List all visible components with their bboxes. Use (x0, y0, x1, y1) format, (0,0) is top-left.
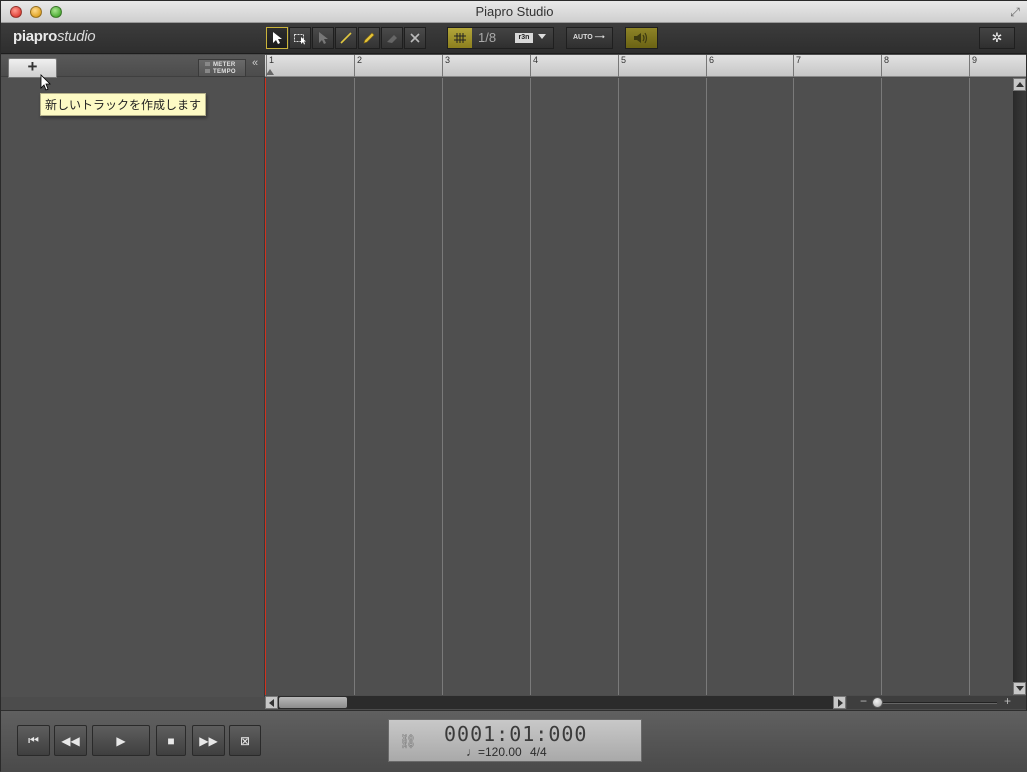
line-tool-button[interactable] (335, 27, 357, 49)
measure-number: 3 (442, 55, 450, 77)
measure-gridline (881, 78, 882, 695)
measure-number: 2 (354, 55, 362, 77)
fast-forward-icon: ▶▶ (199, 733, 218, 748)
collapse-panel-button[interactable]: « (252, 57, 258, 69)
tempo-row: TEMPO (205, 69, 236, 75)
horizontal-scroll-thumb[interactable] (279, 697, 347, 708)
title-bar: Piapro Studio ⤢ (1, 1, 1027, 23)
meter-row: METER (205, 62, 236, 68)
link-icon[interactable]: ⛓ (399, 733, 417, 750)
play-button[interactable]: ▶ (92, 725, 150, 756)
measure-number: 7 (793, 55, 801, 77)
go-to-start-icon: ⏮ (28, 733, 39, 747)
rewind-button[interactable]: ◀◀ (54, 725, 87, 756)
measure-number: 5 (618, 55, 626, 77)
zoom-slider-track[interactable] (873, 702, 997, 704)
arrow-left-icon (269, 699, 274, 707)
zoom-in-icon[interactable]: + (1004, 694, 1011, 708)
speaker-button[interactable] (625, 27, 658, 49)
quantize-selector[interactable]: 1/8 r3n (447, 27, 554, 49)
arrow-right-icon (838, 699, 843, 707)
speaker-icon (633, 32, 647, 44)
line-icon (340, 32, 352, 44)
scroll-up-button[interactable] (1013, 78, 1026, 91)
measure-gridline (618, 78, 619, 695)
playhead-marker-icon[interactable] (266, 69, 274, 75)
add-track-tooltip: 新しいトラックを作成します (40, 93, 207, 116)
measure-number: 9 (969, 55, 977, 77)
measure-gridline (793, 78, 794, 695)
snap-grid-button[interactable] (448, 28, 472, 48)
zoom-out-icon[interactable]: − (860, 694, 867, 708)
tempo-label: TEMPO (213, 69, 236, 75)
position-readout: 0001:01:000 (444, 722, 588, 746)
tempo-readout[interactable]: ♩=120.00 (466, 745, 522, 759)
measure-gridline (442, 78, 443, 695)
measure-gridline (969, 78, 970, 695)
auto-button[interactable]: AUTO ⟶ (566, 27, 613, 49)
meter-label: METER (213, 62, 236, 68)
auto-label: AUTO (573, 34, 593, 41)
logo-bold: piapro (13, 28, 58, 45)
zoom-slider-thumb[interactable] (872, 697, 883, 708)
meter-readout[interactable]: 4/4 (530, 745, 547, 759)
window-title: Piapro Studio (475, 4, 554, 19)
loop-icon: ⊠ (239, 733, 251, 748)
fullscreen-icon[interactable]: ⤢ (1008, 5, 1022, 19)
scroll-left-button[interactable] (265, 696, 278, 709)
timeline-ruler[interactable]: 123456789 (265, 55, 1026, 77)
scroll-down-button[interactable] (1013, 682, 1026, 695)
box-select-icon (294, 34, 306, 45)
app-window: Piapro Studio ⤢ piaprostudio 1/8 r3n AUT… (0, 0, 1027, 772)
pointer-tool-button[interactable] (266, 27, 288, 49)
measure-gridline (530, 78, 531, 695)
toolbar: piaprostudio 1/8 r3n AUTO ⟶ ✲ (1, 23, 1027, 54)
settings-button[interactable]: ✲ (979, 27, 1015, 49)
pencil-icon (363, 32, 375, 44)
vertical-scrollbar[interactable] (1013, 78, 1026, 695)
arrow-up-icon (1016, 82, 1024, 87)
loop-button[interactable]: ⊠ (229, 725, 261, 756)
app-logo: piaprostudio (13, 28, 96, 45)
measure-number: 4 (530, 55, 538, 77)
pencil-tool-button[interactable] (358, 27, 380, 49)
triplet-badge: r3n (515, 33, 533, 43)
playhead-line (265, 78, 266, 695)
arrow-right-icon: ⟶ (592, 34, 605, 41)
track-panel: + METER TEMPO « (1, 55, 265, 697)
fast-forward-button[interactable]: ▶▶ (192, 725, 225, 756)
measure-number: 8 (881, 55, 889, 77)
play-icon: ▶ (116, 733, 126, 748)
mouse-cursor-icon (40, 74, 51, 91)
arrangement-grid[interactable] (265, 78, 1013, 695)
eraser-icon (387, 35, 397, 43)
arrow-cursor-icon (273, 32, 282, 44)
logo-light: studio (57, 28, 96, 45)
eraser-tool-button[interactable] (381, 27, 403, 49)
arrow-select-icon (319, 32, 328, 44)
stop-button[interactable]: ■ (156, 725, 186, 756)
stop-icon: ■ (167, 733, 175, 748)
transport-bar: ⛓ 0001:01:000 ♩=120.00 4/4 ⏮ ◀◀ ▶ ■ ▶▶ ⊠ (1, 710, 1027, 772)
rewind-icon: ◀◀ (61, 733, 80, 748)
go-to-start-button[interactable]: ⏮ (17, 725, 50, 756)
gear-icon: ✲ (991, 30, 1003, 45)
quantize-value: 1/8 (478, 30, 497, 45)
delete-tool-button[interactable] (404, 27, 426, 49)
pointer-alt-tool-button[interactable] (312, 27, 334, 49)
chevron-down-icon[interactable] (538, 34, 546, 39)
horizontal-scrollbar[interactable] (265, 696, 846, 709)
measure-number: 6 (706, 55, 714, 77)
scroll-right-button[interactable] (833, 696, 846, 709)
position-display: ⛓ 0001:01:000 ♩=120.00 4/4 (388, 719, 642, 762)
arrow-down-icon (1016, 686, 1024, 691)
measure-gridline (706, 78, 707, 695)
grid-icon (454, 33, 466, 43)
x-icon (410, 33, 420, 43)
measure-gridline (354, 78, 355, 695)
meter-tempo-button[interactable]: METER TEMPO (198, 59, 246, 77)
marquee-tool-button[interactable] (289, 27, 311, 49)
